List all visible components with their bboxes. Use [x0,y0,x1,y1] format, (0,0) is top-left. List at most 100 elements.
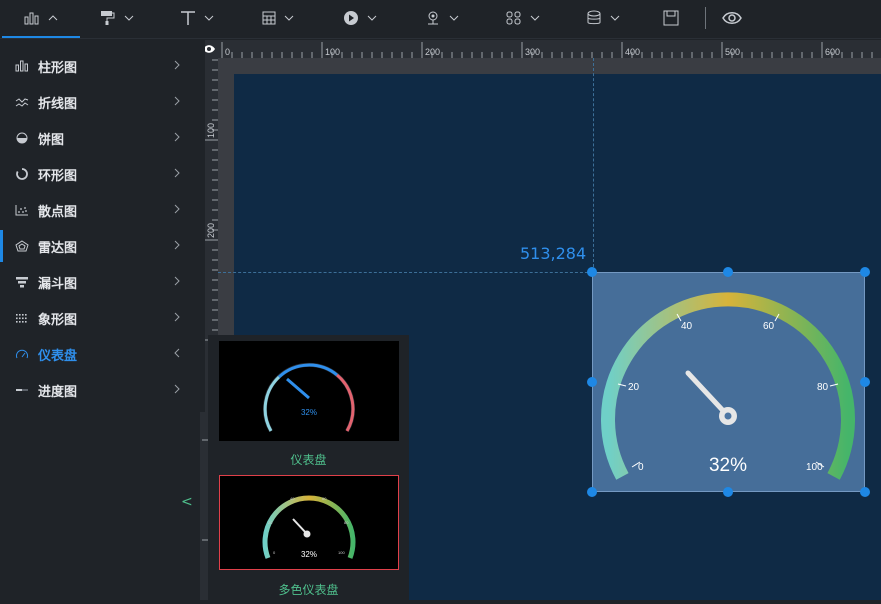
widget-menu-button[interactable] [506,0,540,36]
multicolor-gauge-label: 多色仪表盘 [278,583,339,597]
chevron-right-icon [173,59,181,74]
gauge-tick-label: 100 [806,462,823,473]
menu-item-radar-chart[interactable]: 雷达图 [0,228,205,264]
gauge-arc [601,292,855,480]
menu-item-pictorial-chart[interactable]: 象形图 [0,300,205,336]
menu-item-gauge[interactable]: 仪表盘 [0,336,205,372]
resize-handle-left[interactable] [587,377,597,387]
resize-handle-top-left[interactable] [587,267,597,277]
menu-item-label: 雷达图 [38,241,78,256]
menu-item-label: 折线图 [38,97,78,112]
text-menu-button[interactable] [180,0,214,36]
gauge-icon [14,347,30,361]
chevron-right-icon [173,131,181,146]
save-icon [663,10,679,26]
radar-chart-icon [14,239,30,253]
resize-handle-top[interactable] [723,267,733,277]
gauge-thumbnail[interactable]: 32% [219,341,399,441]
chevron-down-icon [610,15,620,21]
menu-item-pie-chart[interactable]: 饼图 [0,120,205,156]
ruler-label: 200 [206,223,216,238]
widget-icon [506,11,521,25]
pictorial-chart-icon [14,311,30,325]
menu-item-bar-chart[interactable]: 柱形图 [0,48,205,84]
resize-handle-bottom-left[interactable] [587,487,597,497]
menu-item-ring-chart[interactable]: 环形图 [0,156,205,192]
multicolor-tick-label: 100 [338,550,345,555]
save-button[interactable] [663,0,679,36]
active-indicator [0,230,3,262]
resize-handle-bottom[interactable] [723,487,733,497]
menu-item-label: 柱形图 [38,61,78,76]
horizontal-ruler[interactable]: 0 100 200 300 400 500 600 [218,40,881,58]
gauge-thumbnail-value: 32% [301,408,317,417]
chevron-right-icon [173,95,181,110]
chart-menu-button[interactable] [2,0,80,38]
database-icon [587,10,601,25]
multicolor-gauge-thumbnail[interactable]: 0 20 40 60 80 100 32% [219,475,399,570]
chevron-down-icon [124,15,134,21]
menu-item-line-chart[interactable]: 折线图 [0,84,205,120]
gauge-tick-label: 0 [638,462,644,473]
multicolor-tick-label: 80 [344,520,349,525]
chevron-down-icon [449,15,459,21]
chevron-right-icon [173,239,181,254]
scatter-chart-icon [14,203,30,217]
ruler-label: 400 [625,47,640,57]
ruler-label: 200 [425,47,440,57]
gauge-chart: 0 20 40 60 80 100 32% [601,292,855,480]
resize-handle-bottom-right[interactable] [860,487,870,497]
ruler-label: 300 [525,47,540,57]
progress-chart-icon [14,383,30,397]
collapse-arrow-icon[interactable]: < [181,494,193,510]
menu-item-label: 象形图 [38,313,78,328]
chevron-right-icon [173,167,181,182]
chevron-down-icon [367,15,377,21]
gauge-tick-label: 60 [763,321,775,332]
bar-chart-icon [24,12,39,25]
top-toolbar [0,0,881,39]
table-menu-button[interactable] [262,0,294,36]
gauge-value: 32% [709,455,747,476]
chevron-up-icon [48,15,58,21]
chevron-down-icon [530,15,540,21]
table-icon [262,11,276,25]
ring-chart-icon [14,167,30,181]
ruler-label: 100 [325,47,340,57]
resize-handle-top-right[interactable] [860,267,870,277]
gauge-needle-hub-inner [724,412,732,420]
multicolor-tick-label: 0 [273,550,276,555]
eye-icon [722,12,742,24]
horizontal-guide-line [218,272,593,273]
chevron-right-icon [173,203,181,218]
menu-item-label: 进度图 [38,385,78,400]
menu-item-scatter-chart[interactable]: 散点图 [0,192,205,228]
cursor-coordinates: 513,284 [520,244,587,263]
media-menu-button[interactable] [343,0,377,36]
preview-button[interactable] [722,0,742,36]
gauge-tick-label: 20 [628,382,640,393]
multicolor-tick-label: 60 [322,496,327,501]
chevron-left-icon [173,347,181,362]
resize-handle-right[interactable] [860,377,870,387]
gauge-ticks [617,313,839,468]
chevron-down-icon [284,15,294,21]
style-menu-button[interactable] [100,0,134,36]
menu-item-label: 散点图 [38,205,78,220]
gauge-thumbnail-label: 仪表盘 [290,453,327,467]
menu-item-label: 饼图 [38,133,65,148]
vertical-guide-line [593,58,594,272]
bar-chart-icon [14,59,30,73]
menu-item-label: 漏斗图 [38,277,78,292]
ruler-label: 500 [725,47,740,57]
line-chart-icon [14,95,30,109]
pie-chart-icon [14,131,30,145]
map-menu-button[interactable] [425,0,459,36]
menu-item-progress-chart[interactable]: 进度图 [0,372,205,408]
media-play-icon [344,11,358,25]
multicolor-thumbnail-value: 32% [301,550,317,559]
text-icon [181,11,195,25]
menu-item-funnel-chart[interactable]: 漏斗图 [0,264,205,300]
data-menu-button[interactable] [586,0,620,36]
chevron-right-icon [173,311,181,326]
